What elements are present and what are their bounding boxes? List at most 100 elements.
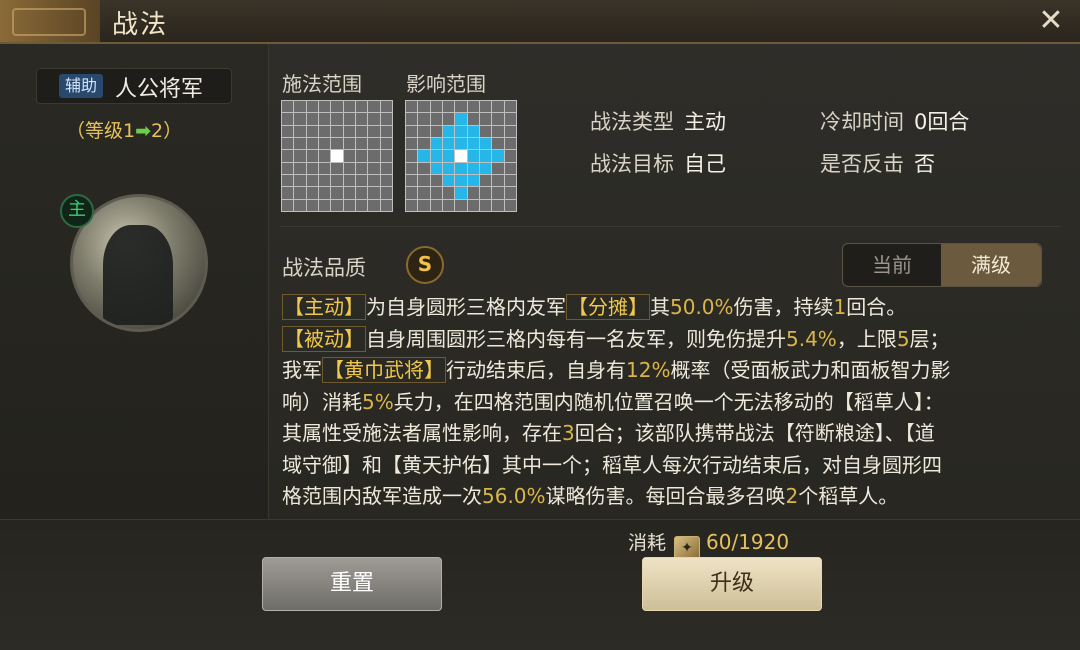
- desc-line: 【被动】 自身周围圆形三格内每有一名友军，则免伤提升5.4%，上限5层；: [282, 324, 1062, 356]
- grid-cell: [406, 125, 418, 137]
- grid-cell: [442, 199, 455, 211]
- grid-cell: [442, 101, 455, 113]
- grid-cell: [479, 150, 492, 162]
- grid-cell: [442, 150, 455, 162]
- grid-cell: [343, 137, 355, 150]
- grid-cell: [418, 187, 430, 199]
- grid-cell: [343, 162, 355, 174]
- grid-cell: [343, 187, 355, 199]
- grid-cell: [380, 113, 392, 125]
- grid-cell: [504, 199, 516, 211]
- desc-number: 5.4%: [786, 326, 837, 351]
- grid-cell: [418, 174, 430, 187]
- grid-cell: [343, 174, 355, 187]
- grid-cell: [282, 187, 294, 199]
- skill-target-value: 自己: [684, 152, 726, 176]
- grid-cell: [479, 137, 492, 150]
- grid-cell: [418, 199, 430, 211]
- grid-cell: [343, 199, 355, 211]
- keyword: 【黄巾武将】: [322, 357, 446, 383]
- grid-cell: [430, 174, 442, 187]
- grid-cell: [430, 137, 442, 150]
- grid-cell: [406, 187, 418, 199]
- grid-cell: [406, 162, 418, 174]
- grid-cell: [306, 150, 318, 162]
- grid-cell: [504, 162, 516, 174]
- grid-cell: [418, 150, 430, 162]
- desc-number: 56.0%: [482, 484, 546, 508]
- level-to: 2）: [151, 120, 183, 142]
- desc-text: 谋略伤害。每回合最多召唤: [545, 484, 786, 508]
- desc-text: ，上限: [836, 326, 897, 351]
- grid-cell: [368, 137, 380, 150]
- grid-cell: [430, 187, 442, 199]
- grid-cell: [455, 174, 467, 187]
- grid-cell: [318, 199, 331, 211]
- effect-range-label: 影响范围: [406, 72, 486, 96]
- desc-text: 域守御】和【黄天护佑】其中一个；稻草人每次行动结束后，对自身圆形四: [282, 452, 942, 477]
- desc-text: 概率（受面板武力和面板智力影: [670, 358, 951, 382]
- grid-cell: [331, 187, 343, 199]
- cooldown-value: 0回合: [914, 110, 970, 134]
- grid-cell: [294, 101, 306, 113]
- desc-number: 3: [562, 421, 575, 445]
- grid-cell: [479, 113, 492, 125]
- grid-cell: [282, 137, 294, 150]
- keyword: 【分摊】: [566, 294, 650, 320]
- grid-cell: [492, 187, 504, 199]
- grid-cell: [380, 174, 392, 187]
- grid-cell: [455, 125, 467, 137]
- grid-cell: [282, 150, 294, 162]
- upgrade-button[interactable]: 升级: [642, 557, 822, 611]
- close-icon[interactable]: ✕: [1034, 4, 1068, 38]
- grid-cell: [455, 199, 467, 211]
- desc-number: 2: [785, 484, 799, 508]
- desc-text: 回合；该部队携带战法【符断粮途】、【道: [574, 421, 935, 445]
- desc-number: 1: [833, 295, 847, 319]
- title-bar: 战法 ✕: [0, 0, 1080, 44]
- grid-cell: [368, 101, 380, 113]
- grid-cell: [442, 137, 455, 150]
- grid-cell: [343, 125, 355, 137]
- grid-cell: [479, 125, 492, 137]
- grid-cell: [306, 125, 318, 137]
- grid-cell: [331, 150, 343, 162]
- grid-cell: [306, 187, 318, 199]
- general-silhouette: [103, 225, 173, 325]
- grid-cell: [318, 174, 331, 187]
- grid-cell: [418, 113, 430, 125]
- grid-cell: [306, 174, 318, 187]
- skill-target: 战法目标 自己: [590, 148, 726, 178]
- grid-cell: [318, 101, 331, 113]
- grid-cell: [294, 162, 306, 174]
- desc-text: 个稻草人。: [798, 484, 899, 508]
- tab-max-level[interactable]: 满级: [941, 244, 1041, 286]
- desc-number: 5: [896, 326, 910, 351]
- tab-current[interactable]: 当前: [843, 244, 941, 286]
- grid-cell: [406, 199, 418, 211]
- grid-cell: [318, 150, 331, 162]
- grid-cell: [406, 174, 418, 187]
- grid-cell: [467, 101, 479, 113]
- grid-cell: [282, 199, 294, 211]
- cooldown-label: 冷却时间: [820, 110, 904, 134]
- grid-cell: [406, 113, 418, 125]
- grid-cell: [430, 101, 442, 113]
- grid-cell: [294, 174, 306, 187]
- reset-button[interactable]: 重置: [262, 557, 442, 611]
- grid-cell: [355, 162, 368, 174]
- desc-text: 其属性受施法者属性影响，存在: [282, 421, 562, 445]
- grid-cell: [355, 113, 368, 125]
- grid-cell: [455, 150, 467, 162]
- grid-cell: [306, 113, 318, 125]
- grid-cell: [492, 162, 504, 174]
- grid-cell: [492, 113, 504, 125]
- grid-cell: [479, 101, 492, 113]
- grid-cell: [306, 162, 318, 174]
- cast-range-grid: [281, 100, 393, 212]
- cast-range-label: 施法范围: [282, 72, 362, 96]
- desc-number: 5%: [362, 389, 394, 414]
- quality-grade-badge: S: [406, 246, 444, 284]
- grid-cell: [355, 174, 368, 187]
- grid-cell: [380, 125, 392, 137]
